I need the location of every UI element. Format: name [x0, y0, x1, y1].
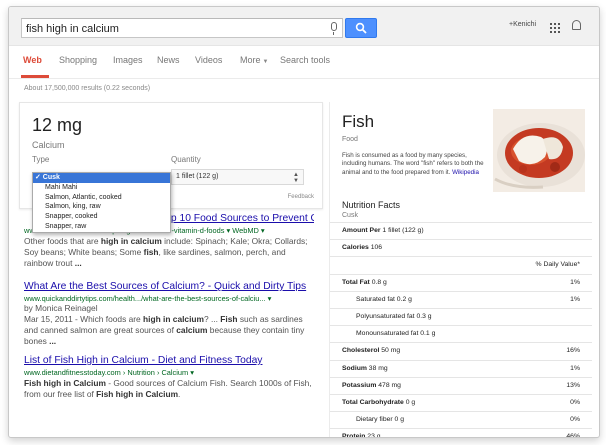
- nutrition-row: Polyunsaturated fat 0.3 g: [330, 307, 592, 325]
- nutrition-row-label-bold: Cholesterol: [342, 347, 380, 355]
- dropdown-option[interactable]: Snapper, raw: [33, 222, 170, 232]
- select-arrows-icon: ▲ ▼: [293, 172, 299, 184]
- search-box[interactable]: [21, 18, 343, 38]
- result-snippet: Mar 15, 2011 - Which foods are high in c…: [24, 314, 305, 346]
- result-snippet: Fish high in Calcium - Good sources of C…: [24, 378, 312, 399]
- nutrition-row-value: 13%: [566, 381, 580, 389]
- tab-images[interactable]: Images: [113, 55, 143, 65]
- nutrition-facts-food: Cusk: [342, 212, 358, 219]
- nutrition-row-label: Total Carbohydrate 0 g: [342, 398, 416, 406]
- dropdown-option[interactable]: Mahi Mahi: [33, 183, 170, 193]
- panel-subtitle: Food: [342, 136, 358, 143]
- wikipedia-link[interactable]: Wikipedia: [452, 169, 479, 176]
- active-tab-indicator: [21, 75, 49, 78]
- user-name-link[interactable]: +Kenichi: [509, 21, 536, 28]
- dropdown-option[interactable]: Salmon, Atlantic, cooked: [33, 193, 170, 203]
- nutrition-row-label: Calories 106: [342, 244, 383, 252]
- fish-dish-image[interactable]: [493, 109, 585, 192]
- dropdown-option[interactable]: Snapper, cooked: [33, 212, 170, 222]
- result-url[interactable]: www.quickanddirtytips.com/health.../what…: [24, 294, 314, 303]
- result-author: by Monica Reinagel: [24, 303, 98, 313]
- tab-search-tools[interactable]: Search tools: [280, 55, 330, 65]
- search-input[interactable]: [22, 20, 316, 38]
- nutrition-row-label: Sodium 38 mg: [342, 364, 388, 372]
- type-dropdown-list[interactable]: ✓ Cusk Mahi Mahi Salmon, Atlantic, cooke…: [32, 172, 171, 233]
- nutrition-row-label-bold: Protein: [342, 433, 366, 438]
- microphone-icon[interactable]: [331, 22, 337, 35]
- nutrition-row-label: Monounsaturated fat 0.1 g: [356, 330, 436, 338]
- nutrition-row-value: 1%: [570, 364, 580, 372]
- browser-frame: +Kenichi Web Shopping Images News Videos…: [8, 6, 600, 438]
- nutrition-row: Monounsaturated fat 0.1 g: [330, 325, 592, 342]
- nutrition-row-value: 1%: [570, 295, 580, 303]
- search-icon: [355, 22, 367, 34]
- tab-more-label: More: [240, 55, 261, 65]
- feedback-link[interactable]: Feedback: [288, 194, 314, 200]
- nutrition-row-value: 0%: [570, 398, 580, 406]
- nutrition-row: Potassium 478 mg 13%: [330, 376, 592, 394]
- nutrition-row: Dietary fiber 0 g 0%: [330, 411, 592, 428]
- nutrition-row: Total Carbohydrate 0 g 0%: [330, 393, 592, 411]
- dropdown-option[interactable]: ✓ Cusk: [33, 173, 170, 183]
- quantity-label: Quantity: [171, 155, 201, 164]
- nutrition-row-value: 16%: [566, 347, 580, 355]
- search-tabs: Web Shopping Images News Videos More ▼ Se…: [9, 45, 599, 79]
- tab-news[interactable]: News: [157, 55, 180, 65]
- result-stats: About 17,500,000 results (0.22 seconds): [24, 85, 151, 92]
- nutrition-facts-title: Nutrition Facts: [342, 200, 401, 210]
- knowledge-panel: Fish Food Fish is consumed as a food by …: [329, 102, 592, 437]
- nutrition-row-label-bold: Total Carbohydrate: [342, 398, 404, 406]
- nutrition-row-label: Potassium 478 mg: [342, 381, 401, 389]
- apps-grid-icon[interactable]: [550, 23, 560, 33]
- type-label: Type: [32, 155, 50, 164]
- result-url[interactable]: www.dietandfitnesstoday.com › Nutrition …: [24, 368, 314, 377]
- nutrition-row: Saturated fat 0.2 g 1%: [330, 290, 592, 308]
- tab-videos[interactable]: Videos: [195, 55, 222, 65]
- nutrient-name: Calcium: [32, 140, 65, 150]
- search-button[interactable]: [345, 18, 377, 38]
- nutrition-row-value: 0%: [570, 416, 580, 424]
- quantity-select-value: 1 fillet (122 g): [176, 173, 219, 180]
- panel-title: Fish: [342, 112, 375, 131]
- tab-more[interactable]: More ▼: [240, 55, 268, 65]
- nutrition-row-label: Total Fat 0.8 g: [342, 278, 387, 286]
- panel-description: Fish is consumed as a food by many speci…: [342, 152, 490, 177]
- top-bar: +Kenichi: [9, 7, 599, 46]
- nutrition-row: Cholesterol 50 mg 16%: [330, 342, 592, 359]
- nutrition-facts-table: Amount Per 1 fillet (122 g) Calories 106%…: [330, 222, 592, 438]
- dropdown-option[interactable]: Salmon, king, raw: [33, 202, 170, 212]
- nutrition-row-label-bold: Potassium: [342, 381, 377, 389]
- tab-web[interactable]: Web: [23, 55, 42, 65]
- nutrient-amount: 12 mg: [32, 115, 83, 135]
- result-snippet: Other foods that are high in calcium inc…: [24, 236, 308, 268]
- result-title[interactable]: What Are the Best Sources of Calcium? - …: [24, 281, 314, 292]
- nutrition-row: Amount Per 1 fillet (122 g): [330, 222, 592, 239]
- nutrition-row-label-bold: Calories: [342, 244, 369, 252]
- nutrition-row-label-bold: Amount Per: [342, 227, 381, 234]
- result-title[interactable]: List of Fish High in Calcium - Diet and …: [24, 355, 314, 366]
- nutrition-row: % Daily Value*: [330, 256, 592, 273]
- nutrition-row: Sodium 38 mg 1%: [330, 359, 592, 377]
- nutrition-row-value: 46%: [566, 433, 580, 438]
- nutrition-row-label: Protein 23 g: [342, 433, 381, 438]
- tab-shopping[interactable]: Shopping: [59, 55, 97, 65]
- chevron-down-icon: ▼: [262, 59, 269, 65]
- nutrition-row-value: 1%: [570, 278, 580, 286]
- nutrition-row-label-bold: Sodium: [342, 364, 367, 372]
- nutrition-row-label: Polyunsaturated fat 0.3 g: [356, 312, 432, 320]
- nutrition-row: Total Fat 0.8 g 1%: [330, 273, 592, 291]
- nutrition-row: Protein 23 g 46%: [330, 428, 592, 438]
- search-result: List of Fish High in Calcium - Diet and …: [24, 355, 314, 400]
- nutrition-row: Calories 106: [330, 239, 592, 256]
- quantity-select[interactable]: 1 fillet (122 g) ▲ ▼: [171, 169, 304, 185]
- notifications-bell-icon[interactable]: [572, 20, 581, 30]
- nutrition-row-label-bold: Total Fat: [342, 278, 370, 286]
- nutrition-row-label: Saturated fat 0.2 g: [356, 295, 412, 303]
- nutrition-row-label: Amount Per 1 fillet (122 g): [342, 227, 424, 234]
- nutrition-row-label: Cholesterol 50 mg: [342, 347, 401, 355]
- nutrition-row-value: % Daily Value*: [535, 261, 580, 269]
- nutrition-row-label: Dietary fiber 0 g: [356, 416, 404, 424]
- search-result: What Are the Best Sources of Calcium? - …: [24, 281, 314, 347]
